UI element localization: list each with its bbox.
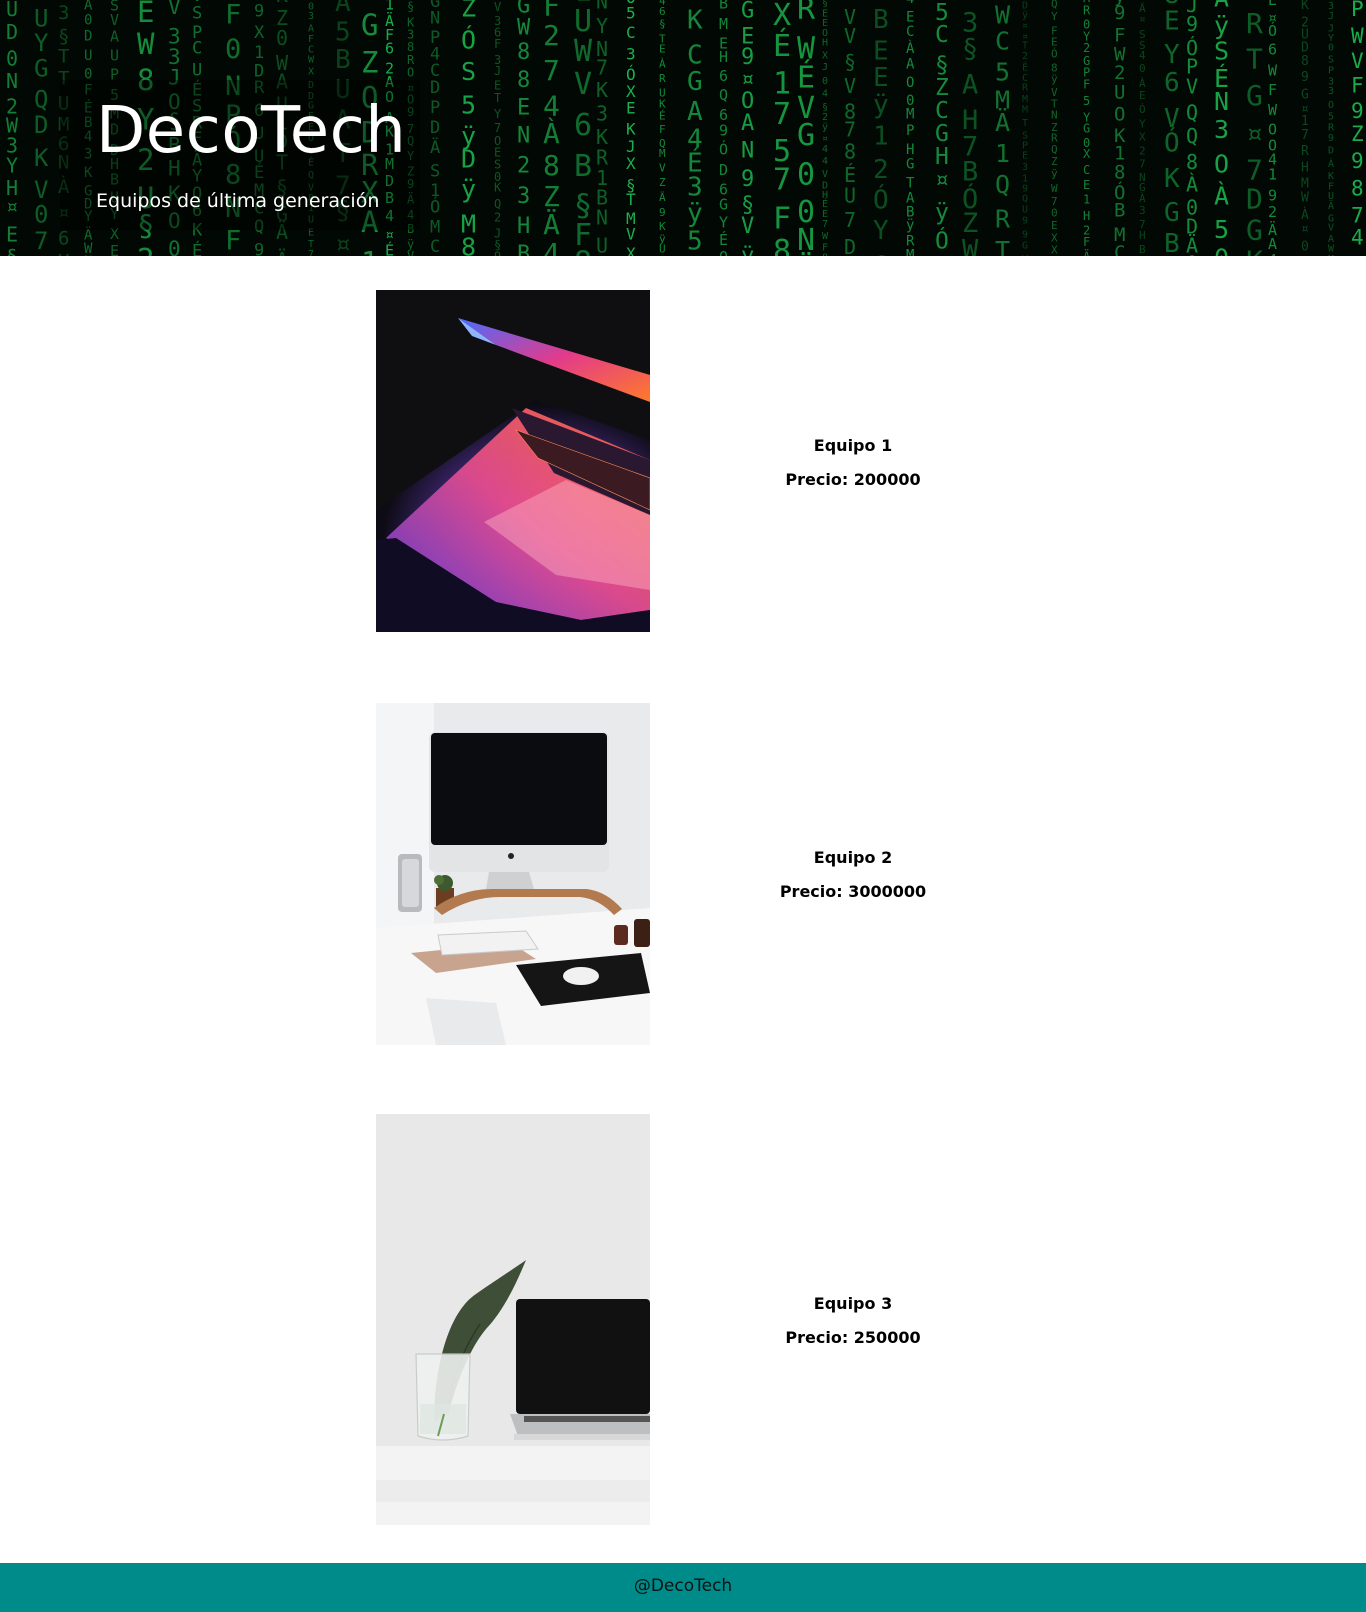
matrix-code-column: 8BEEÿ12ÓY6 — [873, 0, 889, 256]
product-name: Equipo 2 — [813, 848, 893, 867]
matrix-code-column: QYFEÓ8ÿVTNZRQZÿW70EXXVG — [1051, 0, 1058, 256]
matrix-code-column: F274À8ZÄ4E — [543, 0, 560, 256]
matrix-code-column: GNP4CDPDÄS1ÓMC2H — [430, 0, 440, 256]
matrix-code-column: DNYN7K3KR1BNUV — [596, 0, 609, 256]
product-image-equipo-3 — [376, 1114, 650, 1525]
product-info-equipo-1: Equipo 1 Precio: 200000 — [753, 434, 953, 502]
matrix-code-column: 5C§ZCGH¤ÿÓB — [935, 0, 949, 256]
site-title: DecoTech — [96, 94, 407, 168]
product-info-equipo-3: Equipo 3 Precio: 250000 — [753, 1292, 953, 1360]
matrix-code-column: PWVF9Z98747 — [1351, 0, 1364, 256]
site-subtitle: Equipos de última generación — [96, 190, 380, 212]
footer-handle: @DecoTech — [633, 1576, 733, 1596]
matrix-code-column: BF46§TEÀRUKÉFQMVZÄ9KÿU3A — [659, 0, 666, 256]
matrix-code-column: 5VV§V878ÉU7DQ — [844, 0, 856, 256]
matrix-code-column: Ó5C3ÓXEKJX§TMVX2 — [626, 0, 636, 256]
matrix-code-column: E9V36F3JETY7OES0KQ2J§9T — [494, 0, 502, 256]
page-footer: @DecoTech — [0, 1563, 1366, 1612]
matrix-code-column: 8W§Ä¤SS40ÀEÓYX27NGÀ37HB9B — [1139, 0, 1146, 256]
product-price: Precio: 250000 — [785, 1328, 921, 1347]
matrix-code-column: J9ÓPVQQ8À0DÄQ — [1186, 0, 1198, 256]
matrix-code-column: K2UD89G¤17RHMWÀ¤0§J — [1301, 0, 1309, 256]
matrix-code-column: PF83JJY0SP33O5R9DÀKFUÄGVAWMC — [1328, 0, 1335, 256]
matrix-code-column: AÿSÉN3OÀ50F — [1214, 0, 1229, 256]
matrix-code-column: KCGA4É3ÿ5Y — [687, 5, 703, 256]
matrix-code-column: XÉ1757F8Ó — [773, 0, 791, 256]
product-image-equipo-1 — [376, 290, 650, 632]
matrix-code-column: CGE9¤OAN9§VÿA — [741, 0, 754, 256]
matrix-code-column: UD0N2W3YH¤E§T — [6, 0, 19, 256]
matrix-code-column: E¤Ó6WFWOO4192ÄA4M — [1268, 0, 1278, 256]
matrix-code-column: ÿ4ÀR0Y2GPF5YG0XCE1H2FÄW — [1083, 0, 1091, 256]
product-name: Equipo 1 — [813, 436, 893, 455]
product-price: Precio: 200000 — [785, 470, 921, 489]
matrix-code-column: §EEOHXJ04§2ÿ¤44VDHÉE7WF83 — [822, 0, 829, 256]
matrix-code-column: QWC5MÄ1QRTE — [995, 0, 1011, 256]
matrix-code-column: 1UWV6B§F8 — [574, 0, 593, 256]
matrix-code-column: §ÄBMEH6Q69ÓD6GYÉQT — [719, 0, 728, 256]
matrix-code-column: ÿ9FW2UOK18ÓBMC§ — [1114, 0, 1126, 256]
product-price: Precio: 3000000 — [779, 882, 927, 901]
matrix-code-column: UYGQDKV07F — [34, 5, 49, 256]
matrix-code-column: ÀDÿ¤¤T2ÉCRMMTSPE319QU99GWQ — [1022, 0, 1029, 256]
matrix-code-column: ZÓS5ÿDÿM83 — [461, 0, 476, 256]
matrix-code-column: RWÉVG00NÄ — [797, 0, 816, 256]
matrix-code-column: 8EY6VÓKGB1 — [1164, 0, 1180, 256]
product-info-equipo-2: Equipo 2 Precio: 3000000 — [753, 846, 953, 914]
matrix-code-column: 3§AH7BÓZWH — [962, 8, 979, 256]
hero-header: UD0N2W3YH¤E§TUYGQDKV07F3§TTUM6NÀ¤6YPMA0D… — [0, 0, 1366, 256]
matrix-code-column: RTG¤7DGK — [1246, 7, 1263, 256]
product-image-equipo-2 — [376, 703, 650, 1045]
matrix-code-column: GW88EN23HBZ — [517, 0, 531, 256]
product-name: Equipo 3 — [813, 1294, 893, 1313]
matrix-code-column: 4ECÀAO0MPHGTABÿRMO — [906, 0, 915, 256]
